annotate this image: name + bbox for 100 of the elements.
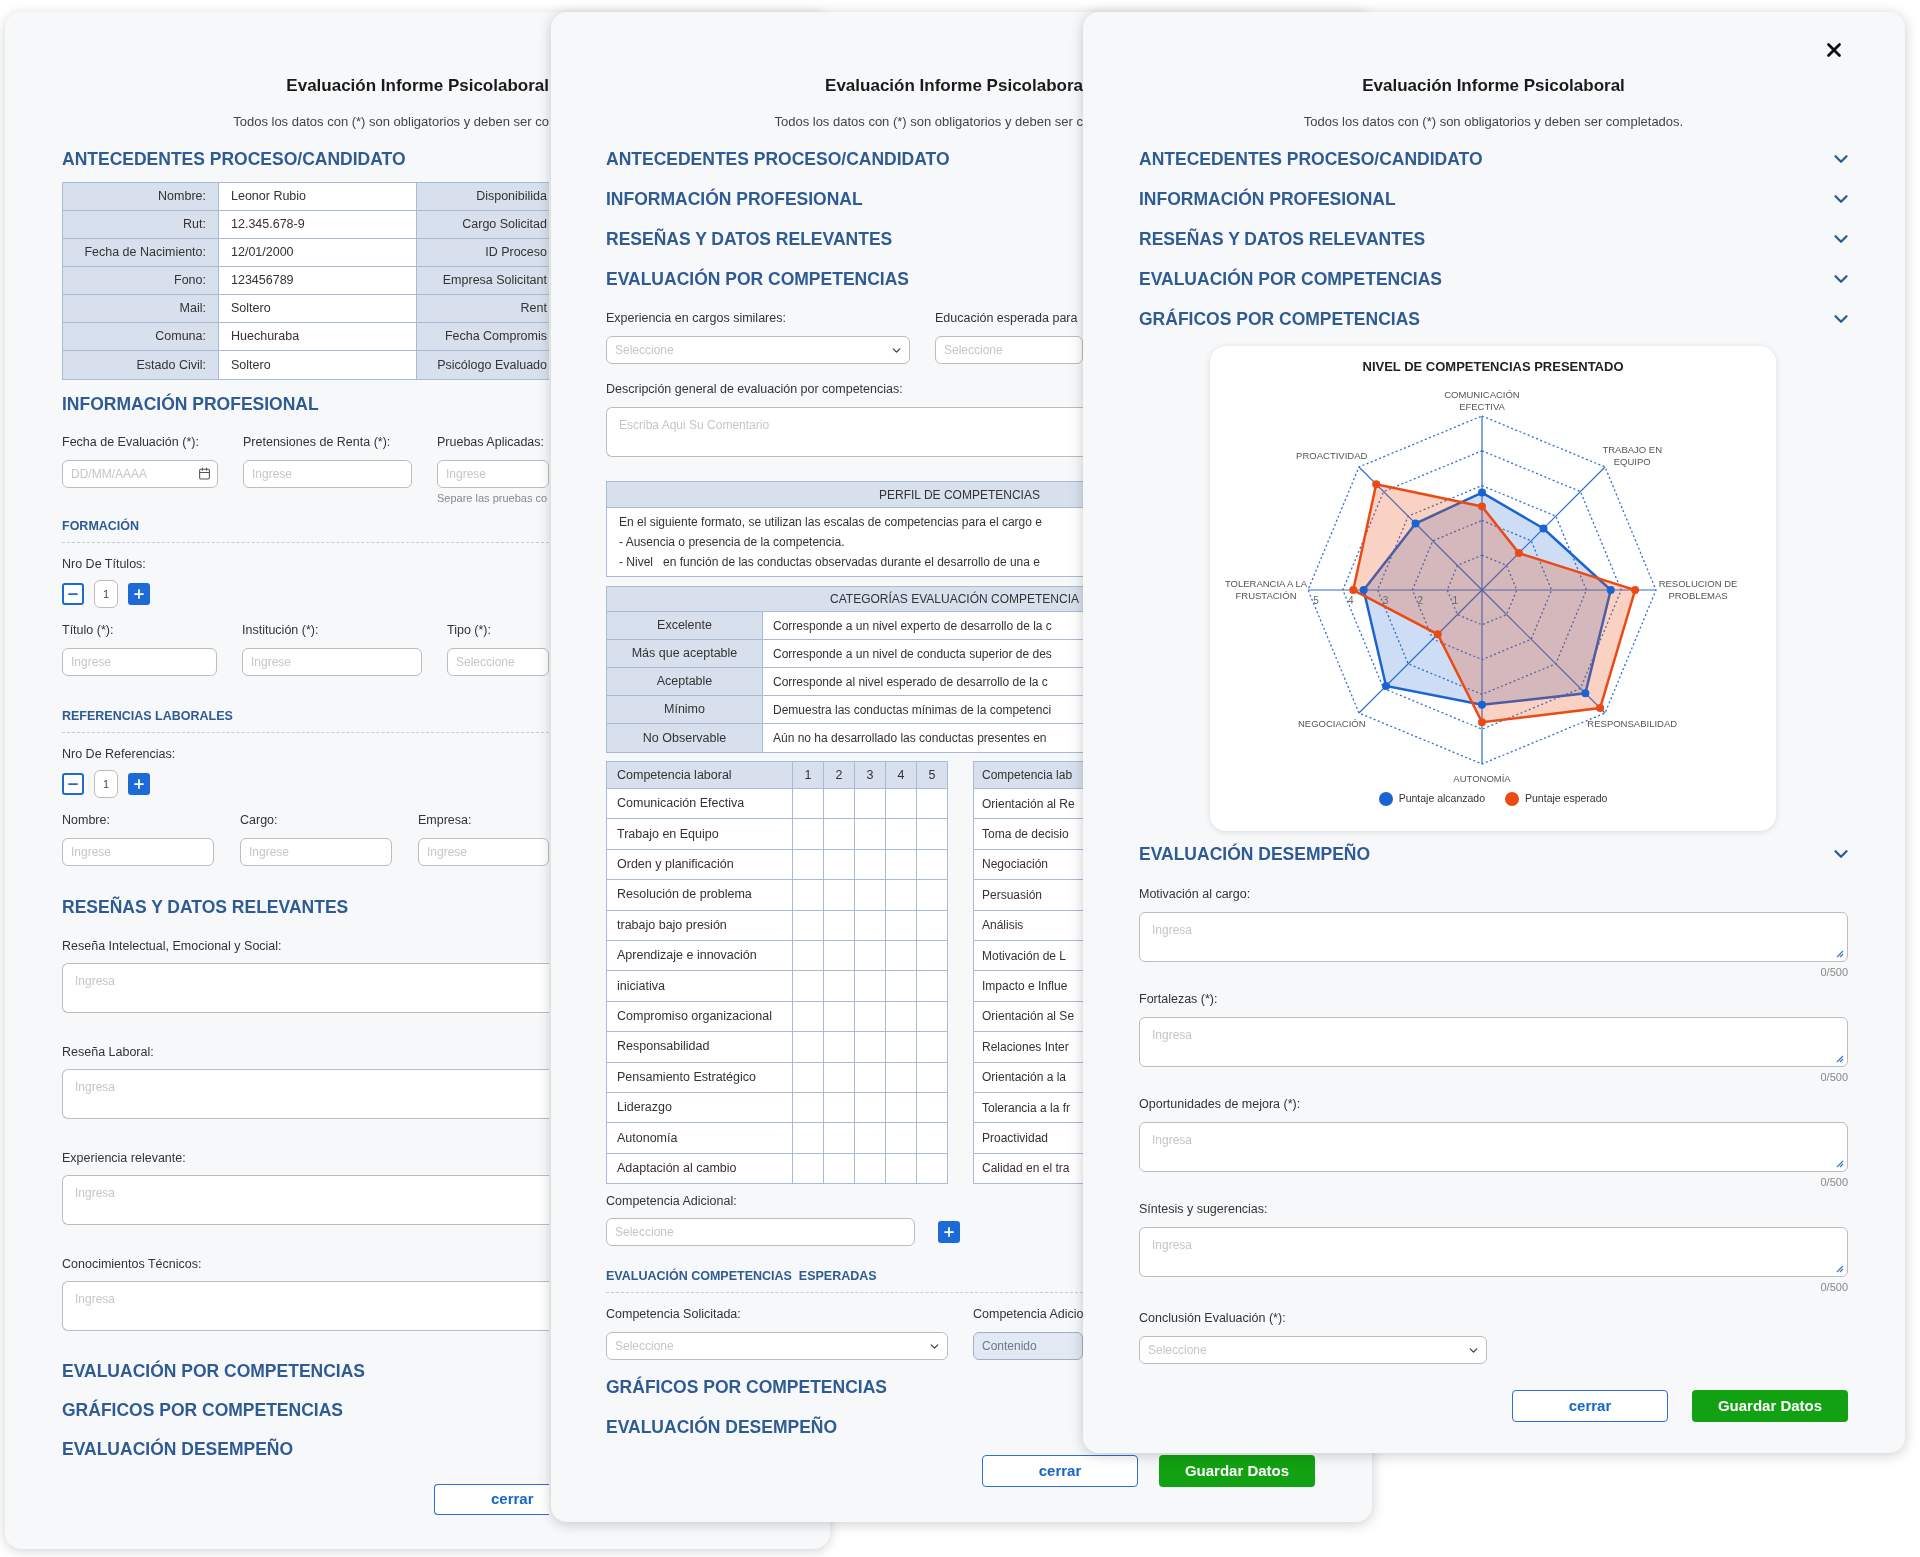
score-cell[interactable] bbox=[855, 910, 886, 941]
section-heading[interactable]: ANTECEDENTES PROCESO/CANDIDATO bbox=[606, 147, 1083, 171]
text-area[interactable]: Escriba Aqui Su Comentario bbox=[606, 407, 1083, 457]
score-cell[interactable] bbox=[824, 910, 855, 941]
score-cell[interactable] bbox=[855, 1062, 886, 1093]
text-area[interactable]: Ingresa bbox=[1139, 1017, 1848, 1067]
resize-handle-icon[interactable] bbox=[1836, 1055, 1844, 1063]
input-field[interactable]: Ingrese bbox=[240, 838, 392, 866]
section-heading[interactable]: RESEÑAS Y DATOS RELEVANTES bbox=[1139, 227, 1426, 251]
score-cell[interactable] bbox=[793, 880, 824, 911]
close-button[interactable]: cerrar bbox=[434, 1484, 549, 1515]
count-field[interactable]: 1 bbox=[94, 580, 118, 608]
text-area[interactable]: Ingresa bbox=[1139, 912, 1848, 962]
score-cell[interactable] bbox=[855, 1123, 886, 1154]
date-field[interactable]: DD/MM/AAAA bbox=[62, 460, 218, 488]
input-field[interactable]: Ingrese bbox=[62, 838, 214, 866]
section-heading[interactable]: RESEÑAS Y DATOS RELEVANTES bbox=[606, 227, 1083, 251]
save-button[interactable]: Guardar Datos bbox=[1692, 1390, 1848, 1422]
text-area[interactable]: Ingresa bbox=[62, 1175, 549, 1225]
input-field[interactable]: Seleccione bbox=[935, 336, 1083, 364]
section-heading[interactable]: ANTECEDENTES PROCESO/CANDIDATO bbox=[62, 147, 549, 171]
score-cell[interactable] bbox=[824, 880, 855, 911]
close-button[interactable]: cerrar bbox=[1512, 1390, 1668, 1422]
score-cell[interactable] bbox=[793, 1062, 824, 1093]
score-cell[interactable] bbox=[917, 971, 948, 1002]
decrement-button[interactable] bbox=[62, 583, 84, 605]
section-heading[interactable]: INFORMACIÓN PROFESIONAL bbox=[606, 187, 1083, 211]
score-cell[interactable] bbox=[793, 849, 824, 881]
score-cell[interactable] bbox=[917, 1123, 948, 1154]
section-heading[interactable]: GRÁFICOS POR COMPETENCIAS bbox=[1139, 307, 1420, 331]
score-cell[interactable] bbox=[824, 849, 855, 881]
score-cell[interactable] bbox=[917, 910, 948, 941]
score-cell[interactable] bbox=[917, 1032, 948, 1063]
input-field[interactable]: Seleccione bbox=[606, 1218, 915, 1247]
score-cell[interactable] bbox=[793, 789, 824, 820]
close-button[interactable]: cerrar bbox=[982, 1455, 1138, 1488]
score-cell[interactable] bbox=[824, 789, 855, 820]
text-area[interactable]: Ingresa bbox=[1139, 1227, 1848, 1277]
score-cell[interactable] bbox=[917, 940, 948, 972]
score-cell[interactable] bbox=[824, 1032, 855, 1063]
increment-button[interactable] bbox=[128, 773, 150, 795]
text-area[interactable]: Ingresa bbox=[1139, 1122, 1848, 1172]
score-cell[interactable] bbox=[855, 849, 886, 881]
score-cell[interactable] bbox=[855, 880, 886, 911]
score-cell[interactable] bbox=[855, 971, 886, 1002]
resize-handle-icon[interactable] bbox=[1836, 950, 1844, 958]
input-field[interactable]: Ingrese bbox=[62, 648, 217, 676]
section-heading[interactable]: INFORMACIÓN PROFESIONAL bbox=[1139, 187, 1396, 211]
score-cell[interactable] bbox=[855, 819, 886, 850]
score-cell[interactable] bbox=[917, 819, 948, 850]
score-cell[interactable] bbox=[855, 1092, 886, 1124]
decrement-button[interactable] bbox=[62, 773, 84, 795]
input-field[interactable]: Ingrese bbox=[418, 838, 549, 866]
input-field[interactable]: Ingrese bbox=[243, 460, 412, 488]
score-cell[interactable] bbox=[886, 1062, 917, 1093]
input-field[interactable]: Seleccione bbox=[447, 648, 549, 676]
section-heading[interactable]: EVALUACIÓN DESEMPEÑO bbox=[62, 1437, 549, 1461]
score-cell[interactable] bbox=[886, 940, 917, 972]
score-cell[interactable] bbox=[917, 880, 948, 911]
score-cell[interactable] bbox=[917, 1092, 948, 1124]
score-cell[interactable] bbox=[886, 1001, 917, 1033]
score-cell[interactable] bbox=[886, 819, 917, 850]
count-field[interactable]: 1 bbox=[94, 770, 118, 798]
score-cell[interactable] bbox=[793, 819, 824, 850]
score-cell[interactable] bbox=[917, 849, 948, 881]
input-field[interactable]: Contenido bbox=[973, 1332, 1083, 1361]
score-cell[interactable] bbox=[793, 940, 824, 972]
calendar-icon[interactable] bbox=[198, 467, 211, 480]
score-cell[interactable] bbox=[886, 880, 917, 911]
score-cell[interactable] bbox=[855, 940, 886, 972]
score-cell[interactable] bbox=[824, 1092, 855, 1124]
score-cell[interactable] bbox=[793, 971, 824, 1002]
score-cell[interactable] bbox=[824, 1153, 855, 1185]
text-area[interactable]: Ingresa bbox=[62, 1069, 549, 1119]
score-cell[interactable] bbox=[917, 789, 948, 820]
section-heading[interactable]: ANTECEDENTES PROCESO/CANDIDATO bbox=[1139, 147, 1483, 171]
score-cell[interactable] bbox=[917, 1001, 948, 1033]
save-button[interactable]: Guardar Datos bbox=[1159, 1455, 1315, 1488]
score-cell[interactable] bbox=[917, 1062, 948, 1093]
text-area[interactable]: Ingresa bbox=[62, 963, 549, 1013]
score-cell[interactable] bbox=[793, 1092, 824, 1124]
score-cell[interactable] bbox=[793, 1001, 824, 1033]
score-cell[interactable] bbox=[886, 1032, 917, 1063]
section-heading[interactable]: EVALUACIÓN POR COMPETENCIAS bbox=[62, 1359, 549, 1383]
input-field[interactable]: Ingrese bbox=[437, 460, 549, 488]
score-cell[interactable] bbox=[855, 1001, 886, 1033]
section-heading[interactable]: EVALUACIÓN DESEMPEÑO bbox=[1139, 842, 1371, 866]
score-cell[interactable] bbox=[855, 789, 886, 820]
score-cell[interactable] bbox=[886, 789, 917, 820]
score-cell[interactable] bbox=[855, 1153, 886, 1185]
score-cell[interactable] bbox=[886, 849, 917, 881]
score-cell[interactable] bbox=[793, 1032, 824, 1063]
text-area[interactable]: Ingresa bbox=[62, 1281, 549, 1331]
score-cell[interactable] bbox=[886, 910, 917, 941]
score-cell[interactable] bbox=[917, 1153, 948, 1185]
score-cell[interactable] bbox=[824, 940, 855, 972]
input-field[interactable]: Ingrese bbox=[242, 648, 422, 676]
score-cell[interactable] bbox=[824, 1001, 855, 1033]
score-cell[interactable] bbox=[793, 1123, 824, 1154]
score-cell[interactable] bbox=[793, 910, 824, 941]
